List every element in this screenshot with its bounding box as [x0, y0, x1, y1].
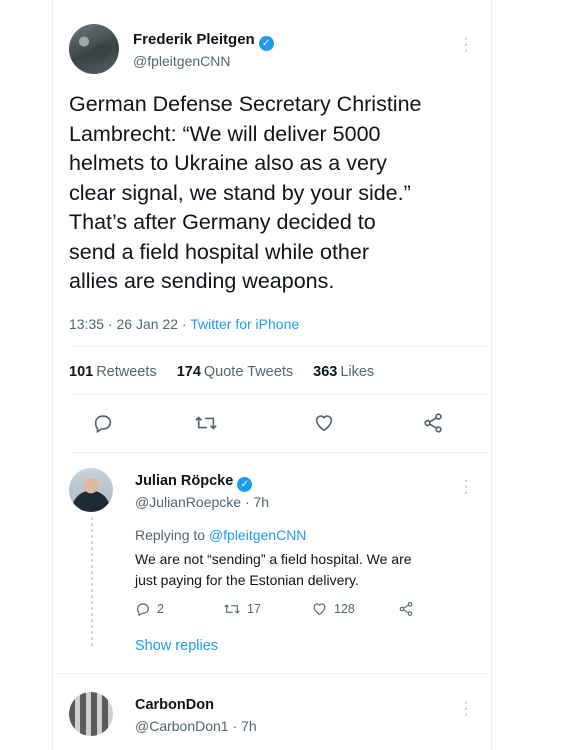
reply-text-line: just paying for the Estonian delivery.: [135, 572, 359, 588]
heart-icon: [313, 603, 326, 616]
divider: [69, 452, 491, 453]
retweet-icon: [224, 604, 240, 614]
share-icon: [399, 602, 413, 616]
author-name[interactable]: Frederik Pleitgen ✓: [133, 31, 274, 51]
tweet-text-line: send a field hospital while other: [69, 239, 369, 264]
quote-tweets-stat[interactable]: 174 Quote Tweets: [177, 364, 293, 380]
replying-to-handle-link[interactable]: @fpleitgenCNN: [209, 527, 306, 543]
reply-author-name[interactable]: Julian Röpcke ✓: [135, 473, 253, 492]
more-options-icon[interactable]: · · ·: [463, 31, 469, 59]
reply2-time[interactable]: 7h: [241, 718, 257, 734]
retweets-label: Retweets: [96, 364, 157, 380]
avatar-carbondon[interactable]: [69, 692, 113, 736]
verified-badge-icon: ✓: [237, 477, 253, 492]
separator: ·: [244, 494, 250, 510]
tweet-date[interactable]: 26 Jan 22: [117, 316, 179, 332]
tweet-text: German Defense Secretary Christine Lambr…: [69, 90, 479, 297]
retweets-count: 101: [69, 364, 94, 380]
reply-reply-button[interactable]: 2: [135, 601, 164, 617]
tweet-text-line: That’s after Germany decided to: [69, 210, 376, 234]
reply-icon: [94, 415, 112, 434]
more-options-icon[interactable]: · · ·: [463, 473, 469, 501]
tweet-text-line: helmets to Ukraine also as a very: [69, 151, 387, 175]
replying-to-label: Replying to: [135, 527, 206, 543]
tweet-time[interactable]: 13:35: [69, 316, 104, 332]
reply-text-line: We are not “sending” a field hospital. W…: [135, 551, 412, 567]
thread-connector: [91, 517, 93, 647]
quote-tweets-count: 174: [176, 364, 201, 380]
reply2-author-name[interactable]: CarbonDon: [135, 697, 214, 713]
reply-icon: [137, 603, 149, 617]
retweet-button[interactable]: [191, 408, 221, 438]
reply-text: We are not “sending” a field hospital. W…: [135, 549, 435, 591]
like-count: 128: [334, 602, 355, 616]
author-name-text[interactable]: Frederik Pleitgen: [133, 31, 255, 48]
retweets-stat[interactable]: 101 Retweets: [69, 364, 157, 380]
quote-tweets-label: Quote Tweets: [203, 364, 294, 380]
divider: [53, 673, 491, 674]
divider: [69, 346, 491, 347]
separator: ·: [181, 316, 187, 332]
reply-share-button[interactable]: [398, 601, 420, 617]
reply-handle-text[interactable]: @JulianRoepcke: [135, 494, 241, 510]
tweet-text-line: German Defense Secretary Christine: [69, 92, 422, 116]
retweet-count: 17: [247, 602, 261, 616]
tweet-stats: 101 Retweets 174 Quote Tweets 363 Likes: [69, 364, 390, 380]
reply-author-handle: @JulianRoepcke · 7h: [135, 494, 269, 510]
share-button[interactable]: [418, 408, 448, 438]
tweet-text-line: Lambrecht: “We will deliver 5000: [69, 121, 381, 146]
tweet-text-line: allies are sending weapons.: [69, 269, 335, 293]
separator: ·: [232, 718, 238, 734]
reply2-author-handle: @CarbonDon1 · 7h: [135, 718, 257, 734]
separator: ·: [107, 316, 113, 332]
reply-count: 2: [157, 602, 164, 616]
share-icon: [424, 413, 442, 433]
tweet-timestamp: 13:35 · 26 Jan 22 · Twitter for iPhone: [69, 316, 299, 332]
avatar-frederik-pleitgen[interactable]: [69, 24, 119, 74]
reply2-handle-text[interactable]: @CarbonDon1: [135, 718, 229, 734]
like-button[interactable]: [309, 408, 339, 438]
likes-label: Likes: [340, 364, 375, 380]
avatar-julian-ropcke[interactable]: [69, 468, 113, 512]
show-replies-link[interactable]: Show replies: [135, 638, 218, 654]
more-options-icon[interactable]: · · ·: [463, 695, 469, 723]
author-handle[interactable]: @fpleitgenCNN: [133, 53, 230, 69]
reply-retweet-button[interactable]: 17: [223, 601, 261, 617]
divider: [69, 394, 491, 395]
replying-to: Replying to @fpleitgenCNN: [135, 527, 306, 543]
heart-icon: [315, 415, 333, 432]
tweet-text-line: clear signal, we stand by your side.”: [69, 180, 411, 205]
reply-author-name-text[interactable]: Julian Röpcke: [135, 473, 233, 489]
retweet-icon: [195, 416, 217, 430]
reply-button[interactable]: [88, 408, 118, 438]
reply-time[interactable]: 7h: [254, 494, 270, 510]
tweet-source-link[interactable]: Twitter for iPhone: [190, 316, 299, 332]
reply-like-button[interactable]: 128: [311, 601, 355, 617]
likes-stat[interactable]: 363 Likes: [313, 364, 374, 380]
tweet-thread-panel: Frederik Pleitgen ✓ @fpleitgenCNN · · · Ger…: [52, 0, 492, 750]
verified-badge-icon: ✓: [258, 36, 274, 51]
likes-count: 363: [313, 364, 338, 380]
